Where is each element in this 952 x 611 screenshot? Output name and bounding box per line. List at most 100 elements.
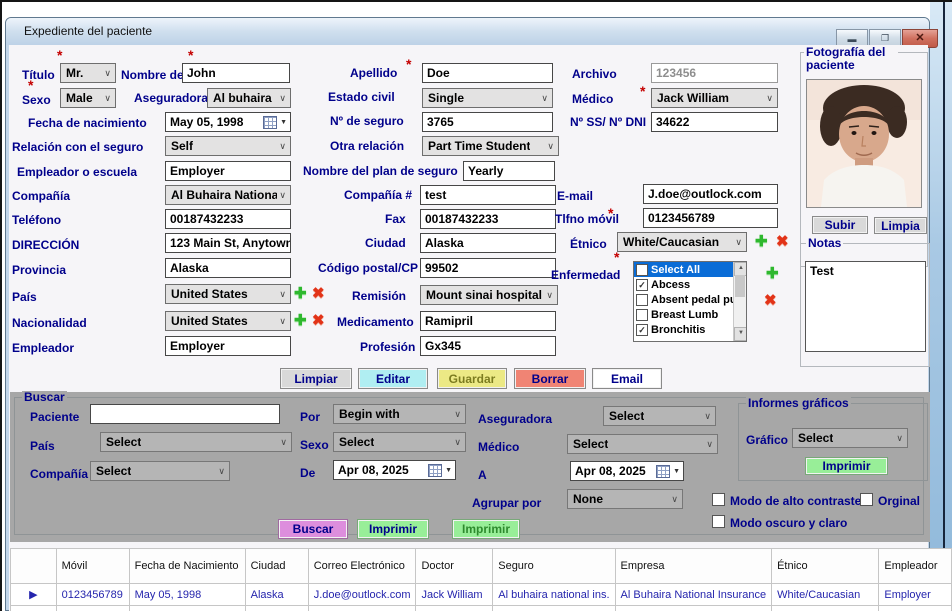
email-button[interactable]: Email	[592, 368, 662, 389]
results-grid[interactable]: Móvil Fecha de Nacimiento Ciudad Correo …	[10, 548, 952, 611]
editar-button[interactable]: Editar	[358, 368, 428, 389]
col-empleador[interactable]: Empleador	[879, 549, 952, 584]
nacionalidad-delete-icon[interactable]: ✖	[312, 313, 325, 328]
enfermedad-item-3[interactable]: Breast Lumb	[634, 307, 734, 322]
relacion-seguro-select[interactable]: Self∨	[165, 136, 291, 156]
etnico-select[interactable]: White/Caucasian∨	[617, 232, 747, 252]
scroll-down-icon[interactable]: ▼	[734, 327, 747, 341]
empleador-escuela-input[interactable]: Employer	[165, 161, 291, 181]
imprimir-button[interactable]: Imprimir	[357, 519, 429, 539]
fax-input[interactable]: 00187432233	[420, 209, 556, 229]
agrupar-por-select[interactable]: None∨	[567, 489, 683, 509]
buscar-button[interactable]: Buscar	[278, 519, 348, 539]
enfermedad-item-2[interactable]: Absent pedal pu	[634, 292, 734, 307]
fecha-nacimiento-datepicker[interactable]: May 05, 1998▼	[165, 112, 291, 132]
checkbox-icon[interactable]: ✓	[636, 324, 648, 336]
col-fecha-nacimiento[interactable]: Fecha de Nacimiento	[129, 549, 245, 584]
nacionalidad-add-icon[interactable]: ✚	[294, 313, 307, 328]
empleador-input[interactable]: Employer	[165, 336, 291, 356]
email-input[interactable]: J.doe@outlock.com	[643, 184, 778, 204]
sexo-select[interactable]: Male∨	[60, 88, 116, 108]
imprimir-secondary-button[interactable]: Imprimir	[452, 519, 520, 539]
etnico-delete-icon[interactable]: ✖	[776, 234, 789, 249]
row-selector-cell[interactable]: ▶	[11, 584, 57, 606]
cell-seguro[interactable]: Al buhaira national ins.	[493, 584, 615, 606]
col-doctor[interactable]: Doctor	[416, 549, 493, 584]
modo-oscuro-checkbox[interactable]	[712, 515, 725, 528]
medico-select[interactable]: Jack William∨	[651, 88, 778, 108]
notas-textarea[interactable]: Test	[805, 261, 926, 352]
titulo-select[interactable]: Mr.∨	[60, 63, 116, 83]
buscar-pais-select[interactable]: Select∨	[100, 432, 292, 452]
limpia-button[interactable]: Limpia	[874, 217, 927, 234]
guardar-button[interactable]: Guardar	[437, 368, 507, 389]
col-movil[interactable]: Móvil	[56, 549, 129, 584]
apellido-input[interactable]: Doe	[422, 63, 553, 83]
cell-empleador-selected[interactable]: Employer	[879, 584, 952, 606]
ss-dni-input[interactable]: 34622	[651, 112, 778, 132]
buscar-a-datepicker[interactable]: Apr 08, 2025▼	[570, 461, 684, 481]
checkbox-icon[interactable]	[636, 309, 648, 321]
medicamento-input[interactable]: Ramipril	[420, 311, 556, 331]
cell-empresa[interactable]: Al Buhaira National Insurance	[615, 584, 772, 606]
orginal-checkbox[interactable]	[860, 493, 873, 506]
scroll-up-icon[interactable]: ▲	[734, 262, 747, 276]
scrollbar-thumb[interactable]	[735, 275, 745, 297]
cell-correo[interactable]: J.doe@outlock.com	[308, 584, 416, 606]
tlfno-movil-input[interactable]: 0123456789	[643, 208, 778, 228]
compania-select[interactable]: Al Buhaira National∨	[165, 185, 291, 205]
borrar-button[interactable]: Borrar	[514, 368, 586, 389]
nombre-input[interactable]: John	[182, 63, 290, 83]
col-seguro[interactable]: Seguro	[493, 549, 615, 584]
buscar-medico-select[interactable]: Select∨	[567, 434, 718, 454]
col-ciudad[interactable]: Ciudad	[245, 549, 308, 584]
alto-contraste-checkbox[interactable]	[712, 493, 725, 506]
buscar-aseguradora-select[interactable]: Select∨	[603, 406, 716, 426]
col-correo[interactable]: Correo Electrónico	[308, 549, 416, 584]
checkbox-icon[interactable]	[636, 294, 648, 306]
enfermedad-add-icon[interactable]: ✚	[766, 266, 779, 281]
col-empresa[interactable]: Empresa	[615, 549, 772, 584]
checkbox-icon[interactable]: ✓	[636, 279, 648, 291]
enfermedad-delete-icon[interactable]: ✖	[764, 293, 777, 308]
codigo-postal-input[interactable]: 99502	[420, 258, 556, 278]
compania-num-input[interactable]: test	[420, 185, 556, 205]
cell-fecha[interactable]: May 05, 1998	[129, 584, 245, 606]
nacionalidad-select[interactable]: United States∨	[165, 311, 291, 331]
enfermedad-item-4[interactable]: ✓Bronchitis	[634, 322, 734, 337]
col-etnico[interactable]: Étnico	[772, 549, 879, 584]
aseguradora-select[interactable]: Al buhaira∨	[207, 88, 291, 108]
ciudad-input[interactable]: Alaska	[420, 233, 556, 253]
enfermedad-scrollbar[interactable]: ▲ ▼	[733, 262, 746, 341]
cell-movil[interactable]: 0123456789	[56, 584, 129, 606]
cell-etnico[interactable]: White/Caucasian	[772, 584, 879, 606]
enfermedad-item-0[interactable]: Select All	[634, 262, 734, 277]
cell-doctor[interactable]: Jack William	[416, 584, 493, 606]
otra-relacion-select[interactable]: Part Time Student∨	[422, 136, 559, 156]
estado-civil-select[interactable]: Single∨	[422, 88, 553, 108]
buscar-por-select[interactable]: Begin with∨	[333, 404, 466, 424]
enfermedad-item-1[interactable]: ✓Abcess	[634, 277, 734, 292]
buscar-de-datepicker[interactable]: Apr 08, 2025▼	[333, 460, 456, 480]
enfermedad-checklist[interactable]: Select All ✓Abcess Absent pedal pu Breas…	[633, 261, 747, 342]
provincia-input[interactable]: Alaska	[165, 258, 291, 278]
limpiar-button[interactable]: Limpiar	[280, 368, 352, 389]
buscar-paciente-input[interactable]	[90, 404, 280, 424]
pais-add-icon[interactable]: ✚	[294, 286, 307, 301]
pais-delete-icon[interactable]: ✖	[312, 286, 325, 301]
plan-seguro-input[interactable]: Yearly	[463, 161, 555, 181]
direccion-input[interactable]: 123 Main St, Anytown,	[165, 233, 291, 253]
cell-ciudad[interactable]: Alaska	[245, 584, 308, 606]
subir-button[interactable]: Subir	[812, 216, 868, 234]
pais-select[interactable]: United States∨	[165, 284, 291, 304]
profesion-input[interactable]: Gx345	[420, 336, 556, 356]
buscar-sexo-select[interactable]: Select∨	[333, 432, 466, 452]
remision-select[interactable]: Mount sinai hospital∨	[420, 285, 558, 305]
grid-data-row[interactable]: ▶ 0123456789 May 05, 1998 Alaska J.doe@o…	[11, 584, 952, 606]
informes-imprimir-button[interactable]: Imprimir	[805, 457, 888, 475]
grafico-select[interactable]: Select∨	[792, 428, 908, 448]
checkbox-icon[interactable]	[636, 264, 648, 276]
etnico-add-icon[interactable]: ✚	[755, 234, 768, 249]
buscar-compania-select[interactable]: Select∨	[90, 461, 230, 481]
num-seguro-input[interactable]: 3765	[422, 112, 553, 132]
